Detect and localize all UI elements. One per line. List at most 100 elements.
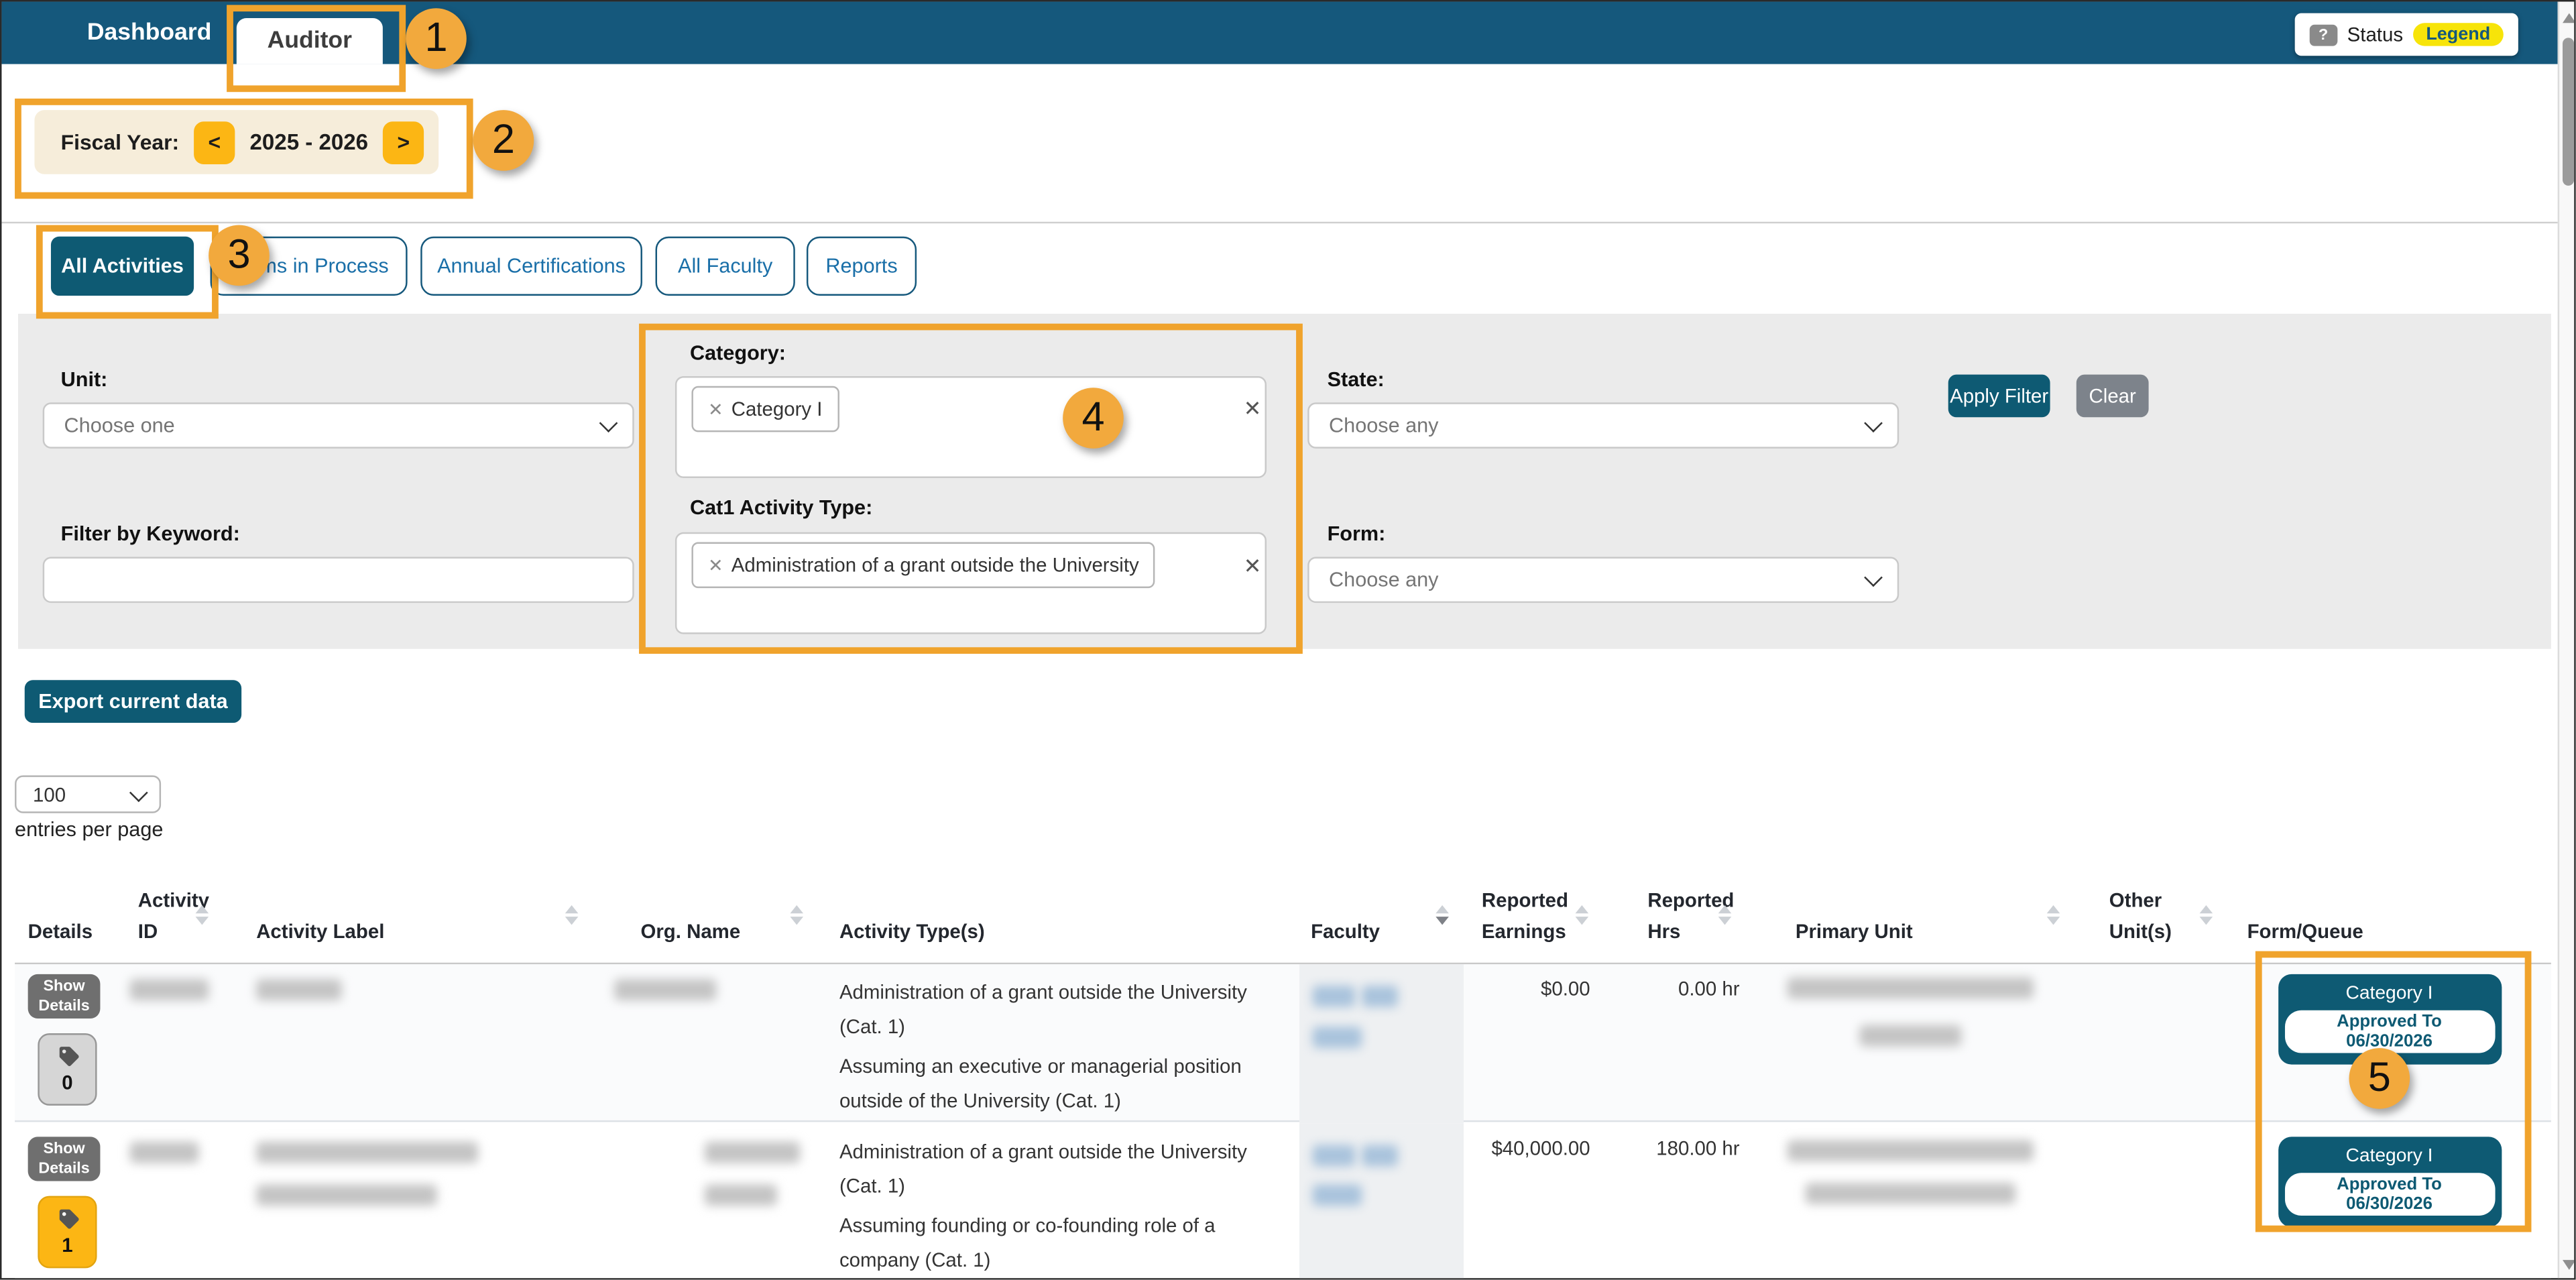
form-queue-badge[interactable]: Category I Approved To 06/30/2026: [2278, 1137, 2501, 1227]
col-header-primary-unit[interactable]: Primary Unit: [1746, 872, 2074, 963]
state-label: State:: [1328, 368, 1385, 391]
auditor-page: Dashboard Auditor ? Status Legend 1 Fisc…: [0, 0, 2576, 1280]
sort-icon[interactable]: [1576, 905, 1589, 925]
other-units-cell: [2074, 964, 2227, 1124]
tab-all-activities[interactable]: All Activities: [51, 237, 194, 296]
redacted-faculty-link[interactable]: [1313, 986, 1356, 1007]
form-select[interactable]: Choose any: [1307, 557, 1899, 603]
reported-earnings-cell: $0.00: [1464, 964, 1603, 1124]
redacted-faculty-link[interactable]: [1313, 1145, 1356, 1167]
sort-icon[interactable]: [565, 905, 579, 925]
fiscal-year-prev-button[interactable]: <: [194, 121, 235, 164]
redacted-faculty-link[interactable]: [1313, 1184, 1362, 1206]
org-name-cell: [593, 964, 818, 1124]
tag-count-value: 1: [62, 1234, 72, 1257]
sort-icon[interactable]: [2047, 905, 2060, 925]
section-divider: [1, 222, 2557, 223]
col-header-other-units[interactable]: Other Unit(s): [2074, 872, 2227, 963]
apply-filter-button[interactable]: Apply Filter: [1948, 375, 2050, 418]
chip-remove-icon[interactable]: ✕: [708, 398, 723, 420]
chip-remove-icon[interactable]: ✕: [708, 555, 723, 576]
page-size-select[interactable]: 100: [15, 775, 161, 813]
state-select[interactable]: Choose any: [1307, 402, 1899, 449]
keyword-input[interactable]: [43, 557, 634, 603]
fiscal-year-value: 2025 - 2026: [250, 130, 369, 155]
sort-desc-icon[interactable]: [1436, 905, 1449, 925]
scroll-up-icon[interactable]: [2563, 13, 2576, 23]
details-cell: Show Details 0: [15, 964, 117, 1124]
redacted-org-name: [705, 1142, 800, 1163]
fiscal-year-next-button[interactable]: >: [383, 121, 424, 164]
redacted-faculty-link[interactable]: [1362, 986, 1398, 1007]
sort-icon[interactable]: [2200, 905, 2213, 925]
export-current-data-button[interactable]: Export current data: [25, 680, 241, 723]
activity-label-cell: [223, 964, 593, 1124]
col-header-reported-hrs[interactable]: Reported Hrs: [1603, 872, 1746, 963]
unit-select[interactable]: Choose one: [43, 402, 634, 449]
activity-label-cell: [223, 1124, 593, 1280]
entries-per-page-label: entries per page: [15, 818, 163, 841]
reported-earnings-value: $0.00: [1541, 978, 1590, 1000]
col-header-activity-types: Activity Type(s): [818, 872, 1299, 963]
scrollbar-thumb[interactable]: [2563, 38, 2574, 186]
reported-hrs-value: 180.00 hr: [1656, 1137, 1739, 1159]
org-name-cell: [593, 1124, 818, 1280]
clear-filter-button[interactable]: Clear: [2076, 375, 2149, 418]
activity-id-cell: [117, 1124, 223, 1280]
tag-count-button[interactable]: 0: [38, 1033, 97, 1106]
tab-annual-certifications[interactable]: Annual Certifications: [420, 237, 642, 296]
sort-icon[interactable]: [1718, 905, 1732, 925]
status-legend-button[interactable]: ? Status Legend: [2294, 13, 2518, 56]
tag-count-button[interactable]: 1: [38, 1196, 97, 1269]
tab-reports[interactable]: Reports: [807, 237, 917, 296]
category-chip[interactable]: ✕ Category I: [691, 386, 838, 432]
redacted-primary-unit: [1859, 1025, 1961, 1047]
chevron-down-icon: [1864, 569, 1883, 587]
activity-id-cell: [117, 964, 223, 1124]
form-queue-category: Category I: [2284, 984, 2495, 1004]
activity-type: Administration of a grant outside the Un…: [839, 1135, 1277, 1204]
cat1-clear-icon[interactable]: ✕: [1244, 554, 1262, 580]
faculty-cell: [1299, 964, 1464, 1124]
sort-icon[interactable]: [196, 905, 209, 925]
col-header-form-queue: Form/Queue: [2227, 872, 2551, 963]
tag-count-value: 0: [62, 1071, 72, 1094]
show-details-button[interactable]: Show Details: [28, 974, 101, 1019]
category-label: Category:: [690, 342, 786, 365]
col-header-org-name[interactable]: Org. Name: [593, 872, 818, 963]
unit-select-value: Choose one: [64, 414, 175, 437]
redacted-faculty-link[interactable]: [1362, 1145, 1398, 1167]
keyword-label: Filter by Keyword:: [61, 522, 240, 545]
activity-type: Administration of a grant outside the Un…: [839, 976, 1277, 1045]
redacted-primary-unit: [1788, 1140, 2034, 1161]
cat1-activity-type-chip[interactable]: ✕ Administration of a grant outside the …: [691, 542, 1155, 589]
sort-icon[interactable]: [790, 905, 803, 925]
tab-all-faculty[interactable]: All Faculty: [656, 237, 795, 296]
col-header-details: Details: [15, 872, 117, 963]
cat1-activity-type-label: Cat1 Activity Type:: [690, 496, 872, 519]
chevron-down-icon: [129, 782, 148, 801]
vertical-scrollbar[interactable]: [2558, 1, 2576, 1279]
table-row: Show Details 1 Administration of a grant…: [15, 1124, 2551, 1280]
col-header-faculty[interactable]: Faculty: [1299, 872, 1464, 963]
callout-circle-4: 4: [1063, 388, 1124, 449]
scroll-down-icon[interactable]: [2563, 1260, 2576, 1270]
col-header-reported-earnings[interactable]: Reported Earnings: [1464, 872, 1603, 963]
form-queue-cell: Category I Approved To 06/30/2026: [2227, 1124, 2551, 1280]
chevron-down-icon: [599, 414, 618, 432]
state-select-value: Choose any: [1329, 414, 1438, 437]
nav-item-auditor[interactable]: Auditor: [237, 18, 383, 64]
redacted-faculty-link[interactable]: [1313, 1027, 1362, 1048]
reported-hrs-cell: 180.00 hr: [1603, 1124, 1746, 1280]
fiscal-year-label: Fiscal Year:: [61, 130, 180, 155]
col-header-activity-label[interactable]: Activity Label: [223, 872, 593, 963]
reported-hrs-value: 0.00 hr: [1678, 978, 1740, 1000]
redacted-activity-label: [256, 1142, 478, 1163]
nav-item-dashboard[interactable]: Dashboard: [87, 1, 212, 64]
status-label: Status: [2347, 23, 2403, 46]
category-clear-icon[interactable]: ✕: [1244, 396, 1262, 422]
show-details-button[interactable]: Show Details: [28, 1137, 101, 1181]
chevron-down-icon: [1864, 414, 1883, 432]
tag-icon: [57, 1045, 78, 1066]
col-header-activity-id[interactable]: Activity ID: [117, 872, 223, 963]
